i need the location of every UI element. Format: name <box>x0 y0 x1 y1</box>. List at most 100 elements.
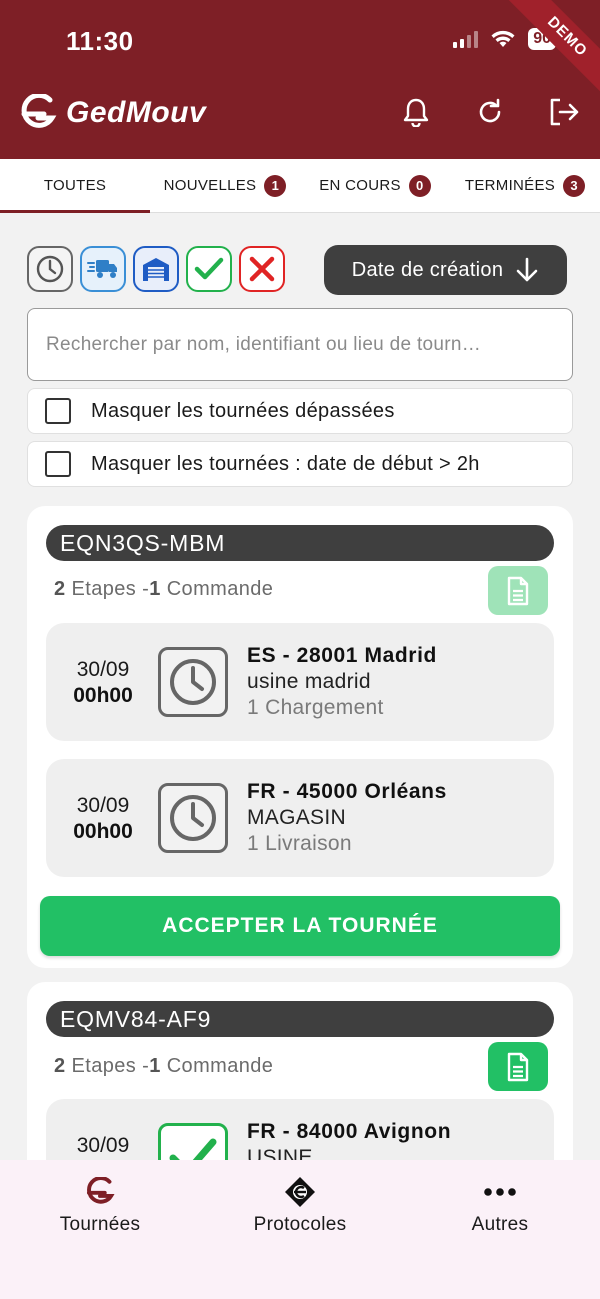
bottom-navigation: Tournées Protocoles Autres <box>0 1160 600 1299</box>
stop-date: 30/09 <box>76 1134 130 1157</box>
tour-id: EQMV84-AF9 <box>46 1001 554 1037</box>
orders-label: Commande <box>166 578 274 600</box>
protocol-icon <box>285 1177 315 1207</box>
stop-location: FR - 84000 Avignon <box>247 1120 452 1143</box>
orders-count: 1 <box>149 1055 161 1077</box>
clock-icon <box>170 795 216 841</box>
orders-count: 1 <box>149 578 161 600</box>
refresh-icon <box>479 98 501 123</box>
stop-time: 00h00 <box>73 820 133 843</box>
nav-more[interactable]: Autres <box>400 1160 600 1299</box>
tour-summary: 2 Etapes -1 Commande <box>54 1055 273 1078</box>
stop-site: MAGASIN <box>247 806 346 829</box>
document-icon <box>507 1052 529 1081</box>
hide-overdue-checkbox[interactable] <box>45 398 71 424</box>
stop-datetime: 30/09 00h00 <box>46 657 160 709</box>
search-field[interactable] <box>27 308 573 381</box>
refresh-button[interactable] <box>474 96 506 128</box>
app-header: 11:30 90 DEMO GedMouv <box>0 0 600 159</box>
stop-info: FR - 45000 Orléans MAGASIN 1 Livraison <box>247 779 447 857</box>
gedmouv-logo-icon <box>86 1177 115 1204</box>
clock-icon <box>36 255 64 283</box>
nav-icon-wrap <box>483 1176 517 1208</box>
stop-time: 00h00 <box>73 684 133 707</box>
tab-count-badge: 3 <box>563 174 586 197</box>
tab-label: TERMINÉES <box>464 177 556 194</box>
steps-count: 2 <box>54 578 66 600</box>
logout-button[interactable] <box>548 96 580 128</box>
logout-icon <box>550 98 579 126</box>
accept-tour-button[interactable]: ACCEPTER LA TOURNÉE <box>40 896 560 956</box>
gedmouv-logo-icon <box>21 94 57 128</box>
nav-label: Autres <box>471 1214 529 1235</box>
filter-done-button[interactable] <box>186 246 232 292</box>
steps-label: Etapes <box>71 1055 137 1077</box>
app-brand: GedMouv <box>18 94 206 132</box>
document-icon <box>507 576 529 605</box>
hide-overdue-option[interactable]: Masquer les tournées dépassées <box>27 388 573 434</box>
signal-icon <box>453 30 479 48</box>
tab-label: NOUVELLES <box>163 177 257 194</box>
steps-label: Etapes <box>71 578 137 600</box>
tab-new[interactable]: NOUVELLES 1 <box>150 159 300 212</box>
tab-finished[interactable]: TERMINÉES 3 <box>450 159 600 212</box>
tab-in-progress[interactable]: EN COURS 0 <box>300 159 450 212</box>
nav-label: Tournées <box>59 1214 141 1235</box>
tour-card[interactable]: EQN3QS-MBM 2 Etapes -1 Commande 30/09 00… <box>27 506 573 968</box>
sort-label: Date de création <box>351 258 504 281</box>
tab-all[interactable]: TOUTES <box>0 159 150 213</box>
tab-count-badge: 0 <box>408 174 431 197</box>
wifi-icon <box>491 30 515 47</box>
stop-status <box>158 647 228 717</box>
filter-warehouse-button[interactable] <box>133 246 179 292</box>
filter-pending-button[interactable] <box>27 246 73 292</box>
stop-date: 30/09 <box>76 794 130 817</box>
stop-location: FR - 45000 Orléans <box>247 780 447 803</box>
status-filters <box>27 246 285 292</box>
stop-site: usine madrid <box>247 670 371 693</box>
filter-cancelled-button[interactable] <box>239 246 285 292</box>
stop-info: ES - 28001 Madrid usine madrid 1 Chargem… <box>247 643 437 721</box>
tour-stop[interactable]: 30/09 00h00 FR - 45000 Orléans MAGASIN 1… <box>46 759 554 877</box>
tab-count-badge: 1 <box>264 174 287 197</box>
nav-icon-wrap <box>84 1176 116 1208</box>
tab-label: EN COURS <box>319 177 401 194</box>
stop-status <box>158 783 228 853</box>
hide-late-start-option[interactable]: Masquer les tournées : date de début > 2… <box>27 441 573 487</box>
sort-button[interactable]: Date de création <box>324 245 567 295</box>
tour-tabs: TOUTES NOUVELLES 1 EN COURS 0 TERMINÉES … <box>0 159 600 213</box>
tour-stop[interactable]: 30/09 00h00 ES - 28001 Madrid usine madr… <box>46 623 554 741</box>
status-time: 11:30 <box>66 26 134 56</box>
demo-ribbon: DEMO <box>496 0 600 108</box>
app-name: GedMouv <box>66 96 207 129</box>
tour-document-button[interactable] <box>488 1042 548 1091</box>
hide-late-start-checkbox[interactable] <box>45 451 71 477</box>
clock-icon <box>170 659 216 705</box>
steps-count: 2 <box>54 1055 66 1077</box>
more-icon <box>484 1188 516 1196</box>
tour-summary: 2 Etapes -1 Commande <box>54 578 273 601</box>
nav-protocols[interactable]: Protocoles <box>200 1160 400 1299</box>
filter-transit-button[interactable] <box>80 246 126 292</box>
warehouse-icon <box>143 258 169 281</box>
nav-tours[interactable]: Tournées <box>0 1160 200 1299</box>
stop-location: ES - 28001 Madrid <box>247 644 437 667</box>
fast-truck-icon <box>87 260 117 278</box>
notifications-button[interactable] <box>400 96 432 128</box>
stop-operation: 1 Livraison <box>247 832 352 855</box>
bell-icon <box>403 98 429 127</box>
cross-icon <box>249 256 275 282</box>
option-label: Masquer les tournées dépassées <box>91 399 395 422</box>
tab-label: TOUTES <box>43 177 107 194</box>
search-input[interactable] <box>46 333 554 356</box>
stop-date: 30/09 <box>76 658 130 681</box>
stop-datetime: 30/09 00h00 <box>46 793 160 845</box>
arrow-down-icon <box>516 257 538 282</box>
stop-datetime: 30/09 <box>46 1133 160 1159</box>
tour-document-button[interactable] <box>488 566 548 615</box>
orders-label: Commande <box>166 1055 274 1077</box>
tour-id: EQN3QS-MBM <box>46 525 554 561</box>
stop-operation: 1 Chargement <box>247 696 384 719</box>
nav-icon-wrap <box>284 1176 316 1208</box>
option-label: Masquer les tournées : date de début > 2… <box>91 452 480 475</box>
